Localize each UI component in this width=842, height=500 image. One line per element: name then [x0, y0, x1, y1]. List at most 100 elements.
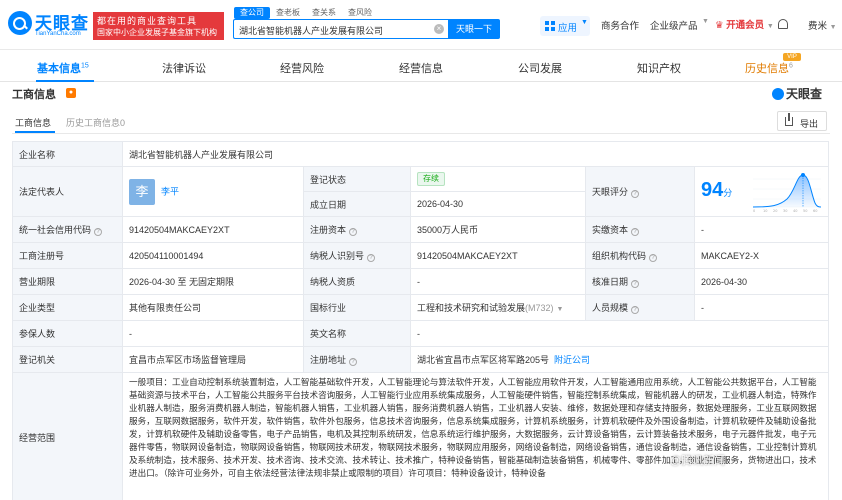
help-icon[interactable]: ? [631, 190, 640, 198]
legal-rep-link[interactable]: 李平 [161, 186, 179, 196]
table-row: 企业类型 其他有限责任公司 国标行业 工程和技术研究和试验发展(M732) ▼ 人… [12, 294, 830, 321]
insured-value: - [122, 320, 304, 347]
svg-text:30: 30 [783, 209, 787, 213]
paid-capital-value: - [693, 216, 830, 243]
score-cell[interactable]: 94分 0 10 20 30 40 50 60 [693, 166, 830, 217]
card-title: 工商信息 [12, 89, 56, 101]
subtab-history-business-info[interactable]: 历史工商信息0 [66, 116, 125, 129]
open-vip-button[interactable]: ♛ 开通会员 ▼ [715, 17, 774, 31]
slogan-banner: 都在用的商业查询工具 国家中小企业发展子基金旗下机构 [93, 12, 224, 40]
search-tab-risk[interactable]: 查风险 [342, 7, 378, 19]
industry-dropdown[interactable]: 工程和技术研究和试验发展(M732) ▼ [410, 294, 586, 321]
apps-grid-icon [545, 21, 555, 31]
table-row: 登记机关 宜昌市点军区市场监督管理局 注册地址? 湖北省宜昌市点军区将军路205… [12, 346, 830, 373]
industry-value: 工程和技术研究和试验发展 [417, 303, 526, 313]
svg-text:40: 40 [793, 209, 797, 213]
table-row: 工商注册号 420504110001494 纳税人识别号? 91420504MA… [12, 242, 830, 269]
table-row: 统一社会信用代码? 91420504MAKCAEY2XT 注册资本? 35000… [12, 216, 830, 243]
svg-text:10: 10 [763, 209, 767, 213]
tab-business-info[interactable]: 经营信息 [399, 60, 443, 76]
reg-status-label: 登记状态 [303, 166, 411, 192]
staff-size-label-cell: 人员规模? [585, 294, 695, 321]
insured-label: 参保人数 [12, 320, 123, 347]
type-label: 企业类型 [12, 294, 123, 321]
search-tab-relation[interactable]: 查关系 [306, 7, 342, 19]
credit-code-label-cell: 统一社会信用代码? [12, 216, 123, 243]
card-brand-logo: 天眼查 [772, 85, 822, 102]
reg-no-label: 工商注册号 [12, 242, 123, 269]
help-icon[interactable]: ? [649, 254, 658, 262]
logo-domain: TianYanCha.com [35, 31, 81, 37]
status-badge: 存续 [417, 172, 445, 186]
score-value: 94分 [701, 179, 733, 201]
help-icon[interactable]: ? [631, 228, 640, 236]
help-icon[interactable]: ? [367, 254, 376, 262]
taxpayer-id-value: 91420504MAKCAEY2XT [410, 242, 586, 269]
nearby-companies-link[interactable]: 附近公司 [554, 355, 590, 365]
reg-no-value: 420504110001494 [122, 242, 304, 269]
taxpayer-qual-value: - [410, 268, 586, 295]
fire-icon: ● [66, 88, 76, 98]
tab-history-info[interactable]: 历史信息6 [745, 60, 793, 76]
scope-label: 经营范围 [12, 372, 123, 500]
search-button[interactable]: 天眼一下 [448, 19, 500, 39]
tab-company-development[interactable]: 公司发展 [518, 60, 562, 76]
site-logo[interactable]: 天眼查 TianYanCha.com [8, 8, 90, 42]
open-vip-label: 开通会员 [726, 20, 765, 31]
logo-icon [772, 88, 784, 100]
table-row: 企业名称 湖北省智能机器人产业发展有限公司 [12, 141, 830, 167]
subtab-business-info[interactable]: 工商信息 [15, 116, 51, 129]
tab-basic-info[interactable]: 基本信息15 [37, 60, 89, 76]
clear-icon[interactable]: × [434, 24, 444, 34]
slogan-line1: 都在用的商业查询工具 [97, 16, 198, 26]
company-name-value: 湖北省智能机器人产业发展有限公司 [121, 141, 830, 167]
authority-label: 登记机关 [12, 346, 123, 373]
help-icon[interactable]: ? [94, 228, 103, 236]
search-input[interactable]: 湖北省智能机器人产业发展有限公司 × [233, 19, 448, 39]
search-tab-boss[interactable]: 查老板 [270, 7, 306, 19]
help-icon[interactable]: ? [631, 280, 640, 288]
tab-intellectual-property[interactable]: 知识产权 [637, 60, 681, 76]
tab-legal-litigation[interactable]: 法律诉讼 [162, 60, 206, 76]
en-name-label: 英文名称 [303, 320, 411, 347]
org-code-value: MAKCAEY2-X [693, 242, 830, 269]
authority-value: 宜昌市点军区市场监督管理局 [122, 346, 304, 373]
reg-capital-value: 35000万人民币 [410, 216, 586, 243]
help-icon[interactable]: ? [631, 306, 640, 314]
address-value: 湖北省宜昌市点军区将军路205号 [417, 355, 550, 365]
apps-menu-button[interactable]: 应用 ▼ [540, 16, 590, 36]
approval-value: 2026-04-30 [693, 268, 830, 295]
chevron-down-icon: ▼ [702, 18, 709, 25]
scope-value: 一般项目：工业自动控制系统装置制造，人工智能基础软件开发，人工智能理论与算法软件… [121, 372, 830, 500]
user-menu[interactable]: 费米 ▼ [808, 18, 837, 32]
table-row: 营业期限 2026-04-30 至 无固定期限 纳税人资质 - 核准日期? 20… [12, 268, 830, 295]
nav-enterprise-products[interactable]: 企业级产品 [650, 18, 698, 32]
avatar[interactable]: 李 [129, 178, 155, 205]
watermark: @腾讯新闻 [670, 455, 726, 467]
business-info-table: 企业名称 湖北省智能机器人产业发展有限公司 法定代表人 李李平 登记状态 存续 … [12, 141, 830, 500]
nav-business-cooperation[interactable]: 商务合作 [601, 18, 639, 32]
table-row: 法定代表人 李李平 登记状态 存续 天眼评分? 94分 0 10 20 30 40 50 6… [12, 166, 830, 217]
taxpayer-qual-label: 纳税人资质 [303, 268, 411, 295]
export-button[interactable]: 导出 [777, 111, 827, 131]
svg-text:60: 60 [813, 209, 817, 213]
en-name-value: - [409, 320, 830, 347]
table-row: 经营范围 一般项目：工业自动控制系统装置制造，人工智能基础软件开发，人工智能理论… [12, 372, 830, 500]
industry-label: 国标行业 [303, 294, 411, 321]
industry-code: (M732) [525, 303, 554, 313]
tab-business-risk[interactable]: 经营风险 [280, 60, 324, 76]
top-bar: 天眼查 TianYanCha.com 都在用的商业查询工具 国家中小企业发展子基… [0, 0, 842, 50]
help-icon[interactable]: ? [349, 358, 358, 366]
paid-capital-label-cell: 实缴资本? [585, 216, 695, 243]
user-name: 费米 [808, 21, 828, 32]
type-value: 其他有限责任公司 [122, 294, 304, 321]
search-tab-company[interactable]: 查公司 [234, 7, 270, 19]
help-icon[interactable]: ? [349, 228, 358, 236]
chevron-down-icon: ▼ [581, 19, 588, 26]
active-tab-indicator [36, 80, 94, 82]
bell-icon[interactable] [778, 19, 788, 29]
chevron-down-icon: ▼ [556, 306, 564, 313]
founded-value: 2026-04-30 [410, 191, 586, 217]
score-label-cell: 天眼评分? [585, 166, 695, 217]
svg-text:0: 0 [753, 209, 755, 213]
